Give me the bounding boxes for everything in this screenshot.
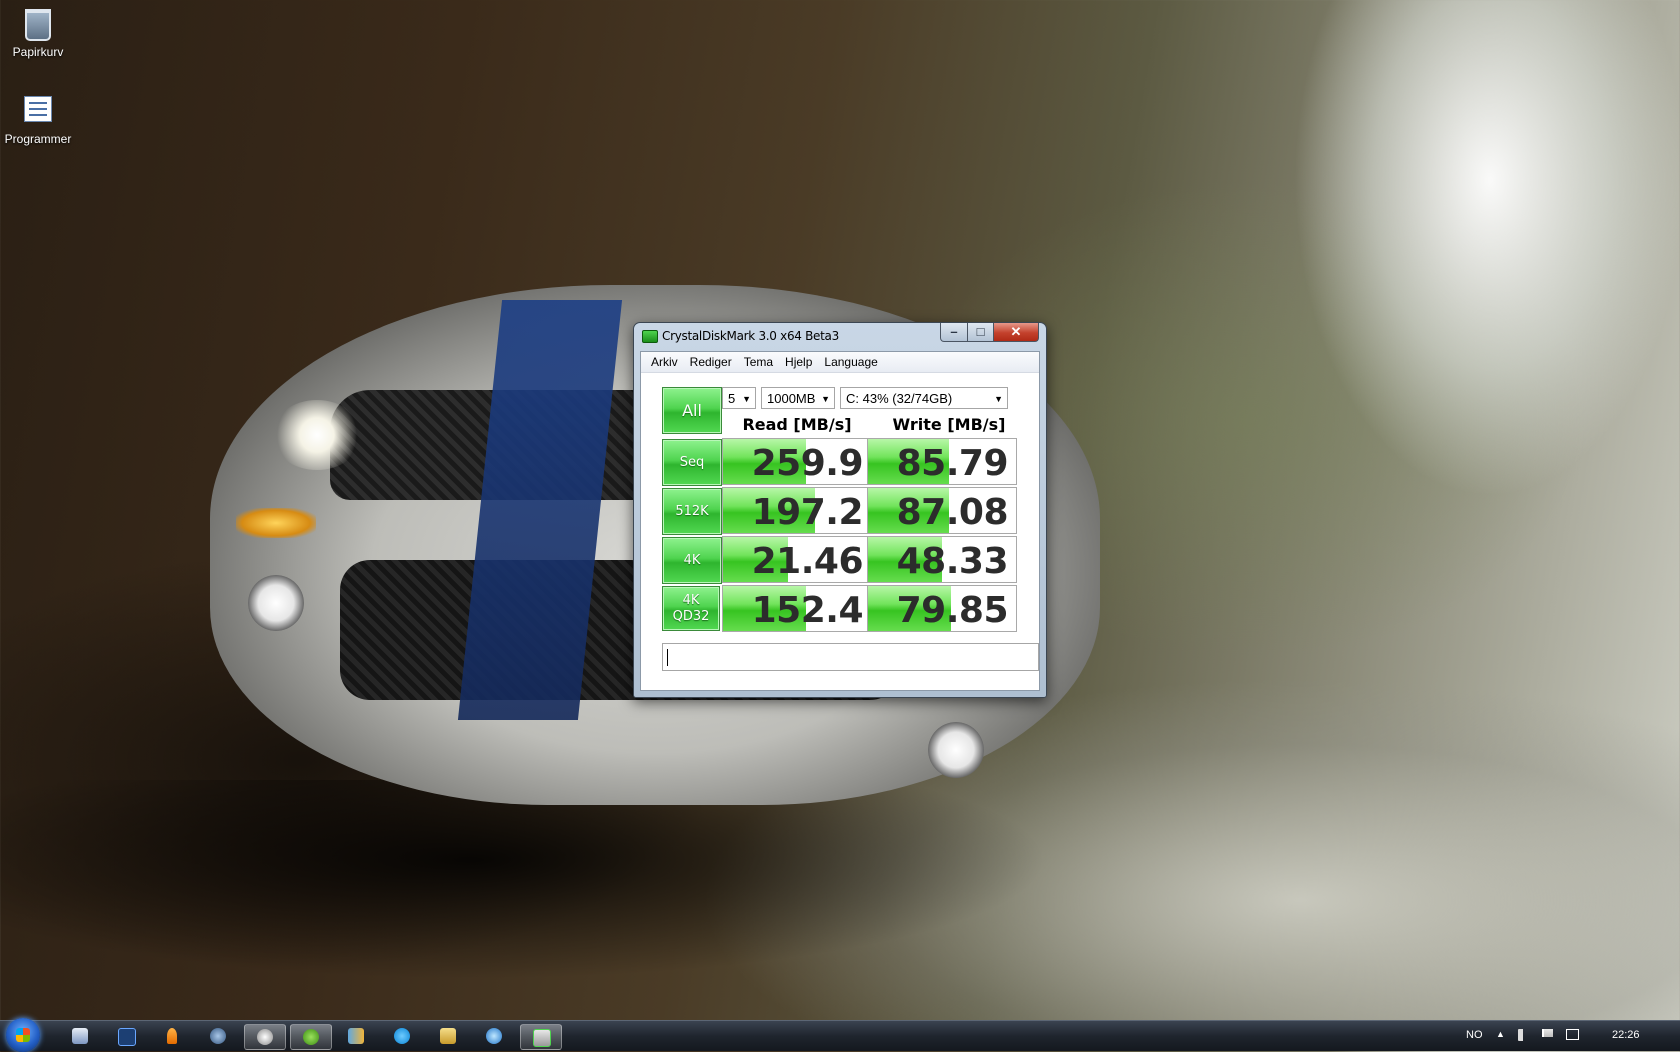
steam-icon [257,1029,273,1045]
4k-read-value: 21.46 [751,541,864,582]
explorer-icon [72,1028,88,1044]
minimize-button[interactable]: – [940,323,968,342]
wallpaper-foglight [928,722,984,778]
recycle-bin-icon [22,9,54,41]
start-button[interactable] [6,1018,40,1052]
menu-rediger[interactable]: Rediger [684,352,738,372]
close-button[interactable]: ✕ [993,323,1039,342]
taskbar-app-folder[interactable] [428,1024,468,1048]
taskbar-app-skype[interactable] [382,1024,422,1048]
taskbar: NO ▲ 22:26 [0,1018,1680,1052]
menu-arkiv[interactable]: Arkiv [645,352,684,372]
clock[interactable]: 22:26 [1612,1029,1640,1041]
desktop-icon-recycle-bin[interactable]: Papirkurv [0,6,76,59]
network-icon[interactable] [1566,1029,1579,1040]
drive-value: C: 43% (32/74GB) [846,391,953,406]
windows-logo-icon [16,1028,30,1042]
seq-write-value: 85.79 [896,443,1009,484]
run-all-button[interactable]: All [662,387,722,434]
wallpaper-turn-signal [236,508,316,538]
wallpaper-headlight [272,400,362,470]
taskbar-app-steam[interactable] [244,1024,286,1050]
photoshop-icon [118,1028,136,1046]
seq-read-result: 259.9 [722,438,872,485]
crystaldiskmark-icon [533,1029,551,1047]
taskbar-app-people[interactable] [336,1024,376,1048]
taskbar-app-crystaldiskmark[interactable] [520,1024,562,1050]
crystaldiskmark-window: CrystalDiskMark 3.0 x64 Beta3 – □ ✕ Arki… [633,322,1047,698]
spotify-icon [303,1029,319,1045]
taskbar-app-internet-explorer[interactable] [474,1024,514,1048]
menu-language[interactable]: Language [818,352,883,372]
4k-write-result: 48.33 [867,536,1017,583]
people-icon [348,1028,364,1044]
seq-read-value: 259.9 [751,443,864,484]
seq-button[interactable]: Seq [662,439,722,486]
512k-write-result: 87.08 [867,487,1017,534]
chevron-down-icon: ▼ [821,394,830,404]
write-header: Write [MB/s] [892,415,1006,434]
wallpaper-road-shadow [0,780,1050,980]
4k-qd32-button[interactable]: 4K QD32 [662,586,720,631]
vlc-icon [167,1028,177,1044]
desktop-icon-label: Programmer [4,132,72,146]
4k-qd32-label-line2: QD32 [672,609,710,624]
512k-read-result: 197.2 [722,487,872,534]
4k-qd32-label-line1: 4K [682,593,700,608]
taskbar-app-spotify[interactable] [290,1024,332,1050]
test-count-value: 5 [728,391,736,406]
chevron-down-icon: ▼ [742,394,751,404]
close-icon: ✕ [1010,324,1022,339]
4k-button[interactable]: 4K [662,537,722,584]
menu-tema[interactable]: Tema [738,352,779,372]
show-hidden-icons-icon[interactable]: ▲ [1496,1029,1508,1041]
action-center-flag-icon[interactable] [1542,1029,1553,1037]
window-client: Arkiv Rediger Tema Hjelp Language All 5 … [640,351,1040,691]
desktop-icon-programs[interactable]: Programmer [0,92,76,146]
program-list-icon [22,96,54,128]
4k-qd32-read-result: 152.4 [722,585,872,632]
volume-icon[interactable] [1518,1029,1530,1041]
benchmark-panel: All 5 ▼ 1000MB ▼ C: 43% (32/74GB) ▼ Read… [641,373,1039,690]
messenger-icon [210,1028,226,1044]
minimize-icon: – [950,324,958,339]
wallpaper-foglight [248,575,304,631]
taskbar-app-photoshop[interactable] [106,1024,146,1048]
taskbar-app-explorer[interactable] [60,1024,100,1048]
language-indicator[interactable]: NO [1466,1029,1483,1041]
4k-write-value: 48.33 [896,541,1009,582]
menu-bar: Arkiv Rediger Tema Hjelp Language [641,352,1039,373]
maximize-icon: □ [976,324,985,339]
seq-write-result: 85.79 [867,438,1017,485]
test-size-select[interactable]: 1000MB ▼ [761,387,835,409]
maximize-button[interactable]: □ [967,323,994,342]
512k-read-value: 197.2 [751,492,864,533]
drive-select[interactable]: C: 43% (32/74GB) ▼ [840,387,1008,409]
internet-explorer-icon [486,1028,502,1044]
4k-qd32-write-result: 79.85 [867,585,1017,632]
skype-icon [394,1028,410,1044]
window-title: CrystalDiskMark 3.0 x64 Beta3 [662,329,839,343]
4k-qd32-read-value: 152.4 [751,590,864,631]
512k-button[interactable]: 512K [662,488,722,535]
comment-input[interactable] [662,643,1039,671]
read-header: Read [MB/s] [742,415,852,434]
taskbar-app-vlc[interactable] [152,1024,192,1048]
desktop-icon-label: Papirkurv [12,45,64,59]
test-size-value: 1000MB [767,391,816,406]
test-count-select[interactable]: 5 ▼ [722,387,756,409]
folder-icon [440,1028,456,1044]
chevron-down-icon: ▼ [994,394,1003,404]
512k-write-value: 87.08 [896,492,1009,533]
4k-qd32-write-value: 79.85 [896,590,1009,631]
app-icon [642,330,658,343]
window-titlebar[interactable]: CrystalDiskMark 3.0 x64 Beta3 – □ ✕ [634,323,1046,349]
text-caret [667,649,668,666]
taskbar-app-messenger[interactable] [198,1024,238,1048]
menu-hjelp[interactable]: Hjelp [779,352,818,372]
4k-read-result: 21.46 [722,536,872,583]
